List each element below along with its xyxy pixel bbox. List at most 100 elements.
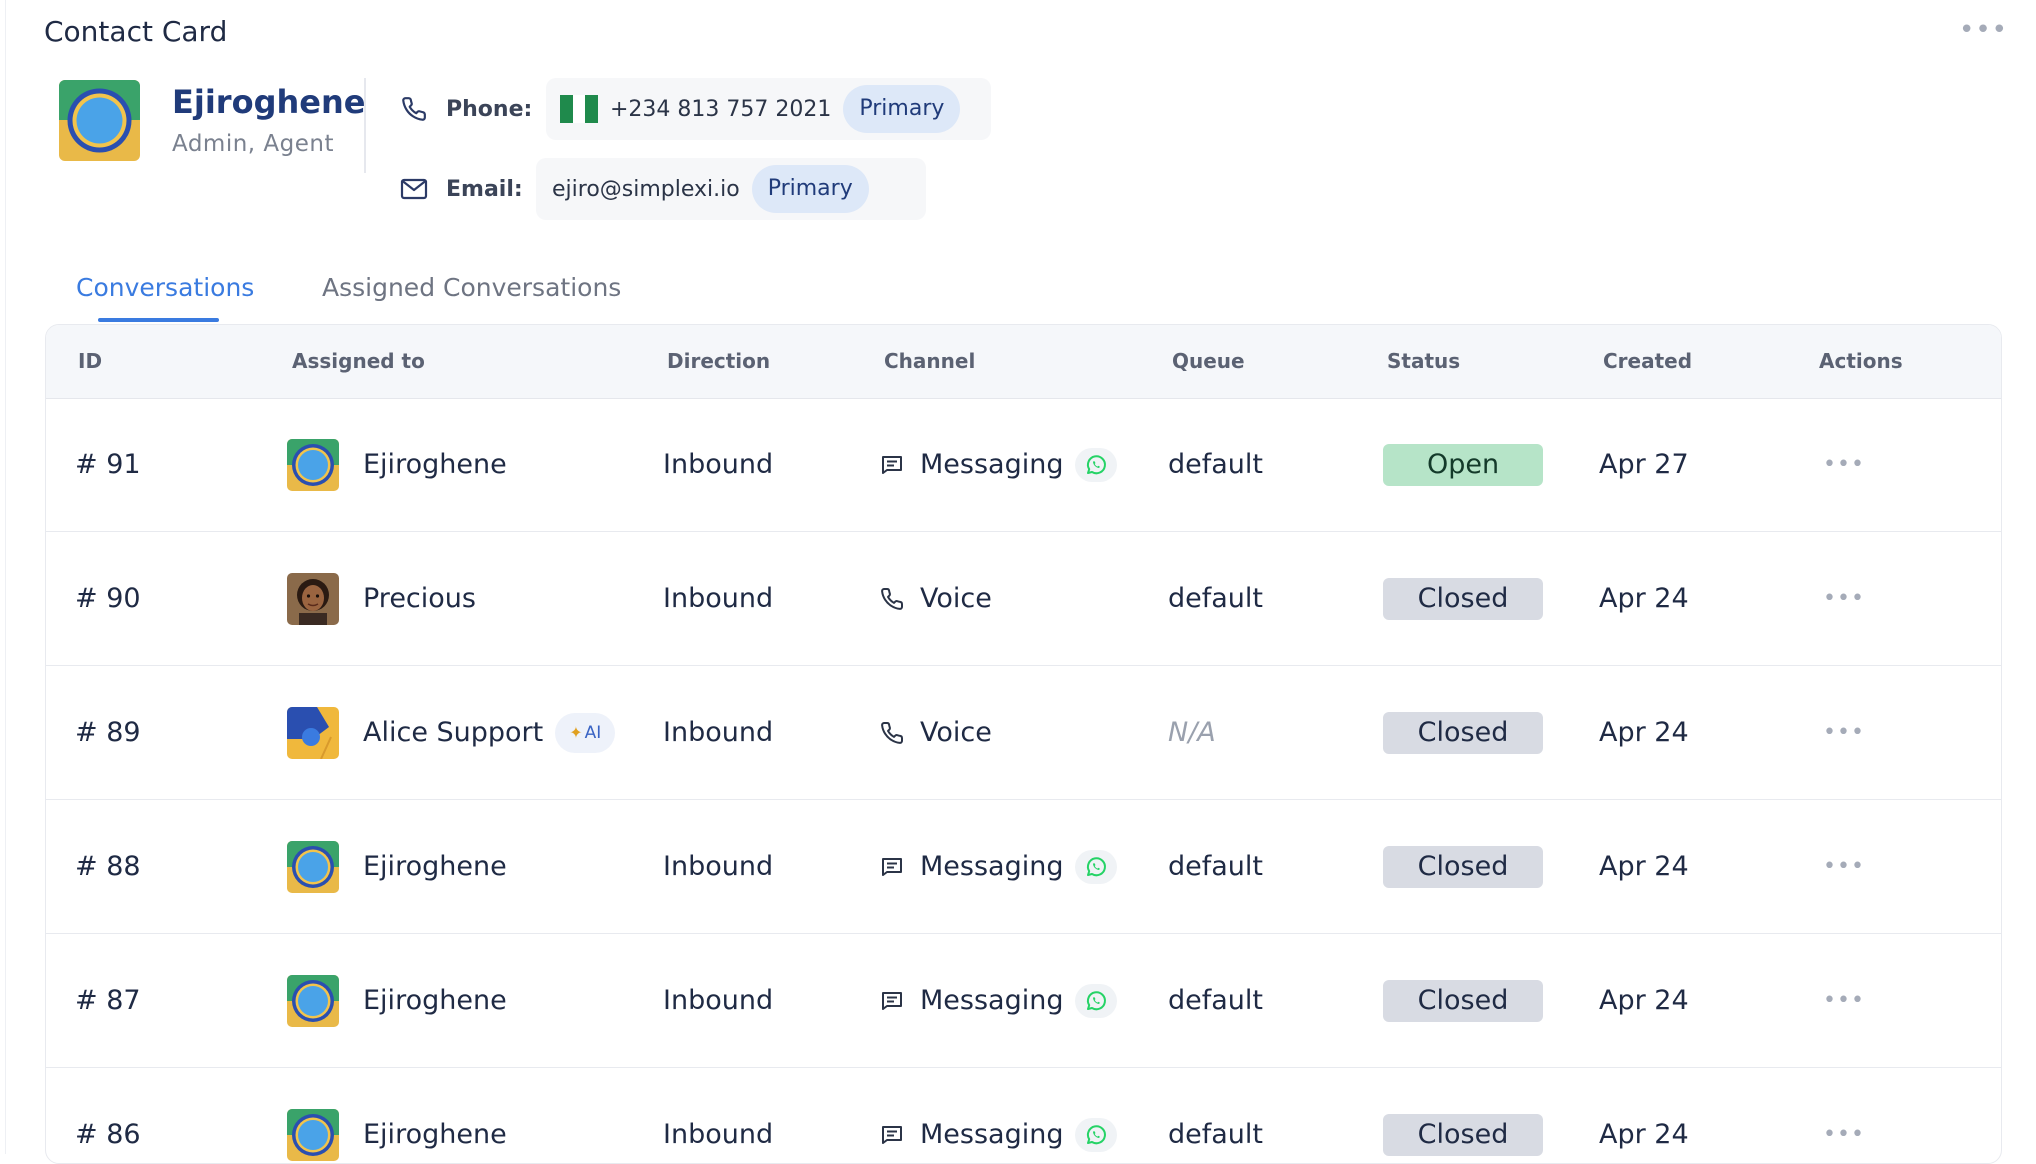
status-cell: Closed	[1383, 532, 1543, 665]
avatar	[287, 706, 339, 759]
more-options-icon[interactable]: •••	[1823, 452, 1865, 477]
assignee-name: Alice Support	[363, 717, 544, 748]
channel-name: Messaging	[920, 449, 1064, 480]
channel-name: Voice	[920, 583, 992, 614]
conversation-id: # 87	[75, 985, 141, 1016]
assignee-name: Precious	[363, 583, 476, 614]
status-badge: Closed	[1383, 711, 1543, 754]
queue: default	[1168, 985, 1264, 1016]
status-badge: Closed	[1383, 845, 1543, 888]
assignee-cell: Precious	[287, 532, 476, 665]
queue: default	[1168, 583, 1264, 614]
assignee-cell: Alice Support ✦ AI	[287, 666, 616, 799]
ai-badge: ✦ AI	[555, 712, 616, 753]
queue: N/A	[1168, 717, 1216, 748]
divider	[364, 78, 366, 173]
email-value: ejiro@simplexi.io	[552, 176, 740, 202]
table-row[interactable]: # 91 Ejiroghene Inbound Messaging defaul…	[46, 398, 2001, 532]
profile-name: Ejiroghene	[172, 83, 366, 121]
queue: default	[1168, 1119, 1264, 1150]
column-header-created: Created	[1603, 349, 1693, 373]
contact-card: Contact Card ••• Ejiroghene Admin, Agent…	[5, 0, 2036, 1164]
avatar	[287, 1108, 339, 1161]
whatsapp-icon	[1075, 983, 1118, 1018]
more-options-icon[interactable]: •••	[1959, 17, 2008, 43]
ai-badge-label: AI	[584, 722, 602, 743]
whatsapp-icon	[1075, 447, 1118, 482]
phone-field[interactable]: +234 813 757 2021 Primary	[546, 78, 991, 140]
channel-cell: Messaging	[880, 800, 1118, 933]
mail-icon	[398, 173, 430, 205]
table-row[interactable]: # 90 Precious Inbound Voice default Clos…	[46, 532, 2001, 666]
conversation-id: # 86	[75, 1119, 141, 1150]
created-date: Apr 24	[1599, 851, 1689, 882]
row-actions[interactable]: •••	[1823, 934, 1865, 1067]
tab-conversations[interactable]: Conversations	[76, 268, 254, 308]
assignee-cell: Ejiroghene	[287, 800, 507, 933]
more-options-icon[interactable]: •••	[1823, 1122, 1865, 1147]
conversation-id: # 88	[75, 851, 141, 882]
assignee-name: Ejiroghene	[363, 1119, 507, 1150]
row-actions[interactable]: •••	[1823, 800, 1865, 933]
row-actions[interactable]: •••	[1823, 532, 1865, 665]
assignee-name: Ejiroghene	[363, 985, 507, 1016]
column-header-actions: Actions	[1819, 349, 1903, 373]
message-icon	[880, 1121, 908, 1149]
avatar	[287, 438, 339, 491]
column-header-direction: Direction	[667, 349, 771, 373]
phone-value: +234 813 757 2021	[610, 96, 832, 122]
column-header-channel: Channel	[884, 349, 976, 373]
channel-name: Messaging	[920, 985, 1064, 1016]
message-icon	[880, 451, 908, 479]
row-actions[interactable]: •••	[1823, 398, 1865, 531]
email-row: Email: ejiro@simplexi.io Primary	[398, 158, 926, 220]
status-cell: Closed	[1383, 934, 1543, 1067]
conversation-id: # 90	[75, 583, 141, 614]
table-row[interactable]: # 88 Ejiroghene Inbound Messaging defaul…	[46, 800, 2001, 934]
sparkle-icon: ✦	[569, 723, 583, 742]
status-badge: Closed	[1383, 1113, 1543, 1156]
column-header-status: Status	[1387, 349, 1461, 373]
more-options-icon[interactable]: •••	[1823, 586, 1865, 611]
created-date: Apr 24	[1599, 985, 1689, 1016]
channel-name: Messaging	[920, 1119, 1064, 1150]
conversation-id: # 91	[75, 449, 141, 480]
message-icon	[880, 987, 908, 1015]
more-options-icon[interactable]: •••	[1823, 988, 1865, 1013]
direction: Inbound	[663, 717, 774, 748]
more-options-icon[interactable]: •••	[1823, 854, 1865, 879]
status-badge: Closed	[1383, 979, 1543, 1022]
channel-cell: Voice	[880, 666, 992, 799]
tab-assigned-conversations[interactable]: Assigned Conversations	[322, 268, 621, 308]
assignee-cell: Ejiroghene	[287, 398, 507, 531]
phone-primary-badge: Primary	[843, 85, 961, 133]
row-actions[interactable]: •••	[1823, 666, 1865, 799]
page-title: Contact Card	[44, 15, 228, 48]
avatar	[287, 974, 339, 1027]
direction: Inbound	[663, 1119, 774, 1150]
more-options-icon[interactable]: •••	[1823, 720, 1865, 745]
channel-cell: Voice	[880, 532, 992, 665]
direction: Inbound	[663, 851, 774, 882]
phone-label: Phone:	[446, 96, 533, 122]
email-primary-badge: Primary	[751, 165, 869, 213]
profile-roles: Admin, Agent	[172, 131, 335, 157]
email-label: Email:	[446, 176, 523, 202]
channel-name: Voice	[920, 717, 992, 748]
table-row[interactable]: # 87 Ejiroghene Inbound Messaging defaul…	[46, 934, 2001, 1068]
table-row[interactable]: # 89 Alice Support ✦ AI Inbound Voice N/…	[46, 666, 2001, 800]
phone-icon	[398, 93, 430, 125]
direction: Inbound	[663, 449, 774, 480]
whatsapp-icon	[1075, 849, 1118, 884]
conversations-table: ID Assigned to Direction Channel Queue S…	[45, 324, 2002, 1164]
created-date: Apr 24	[1599, 1119, 1689, 1150]
channel-name: Messaging	[920, 851, 1064, 882]
assignee-name: Ejiroghene	[363, 851, 507, 882]
email-field[interactable]: ejiro@simplexi.io Primary	[536, 158, 926, 220]
avatar	[287, 840, 339, 893]
nigeria-flag-icon	[560, 95, 599, 123]
row-actions[interactable]: •••	[1823, 1068, 1865, 1163]
table-row[interactable]: # 86 Ejiroghene Inbound Messaging defaul…	[46, 1068, 2001, 1163]
created-date: Apr 24	[1599, 717, 1689, 748]
conversation-id: # 89	[75, 717, 141, 748]
